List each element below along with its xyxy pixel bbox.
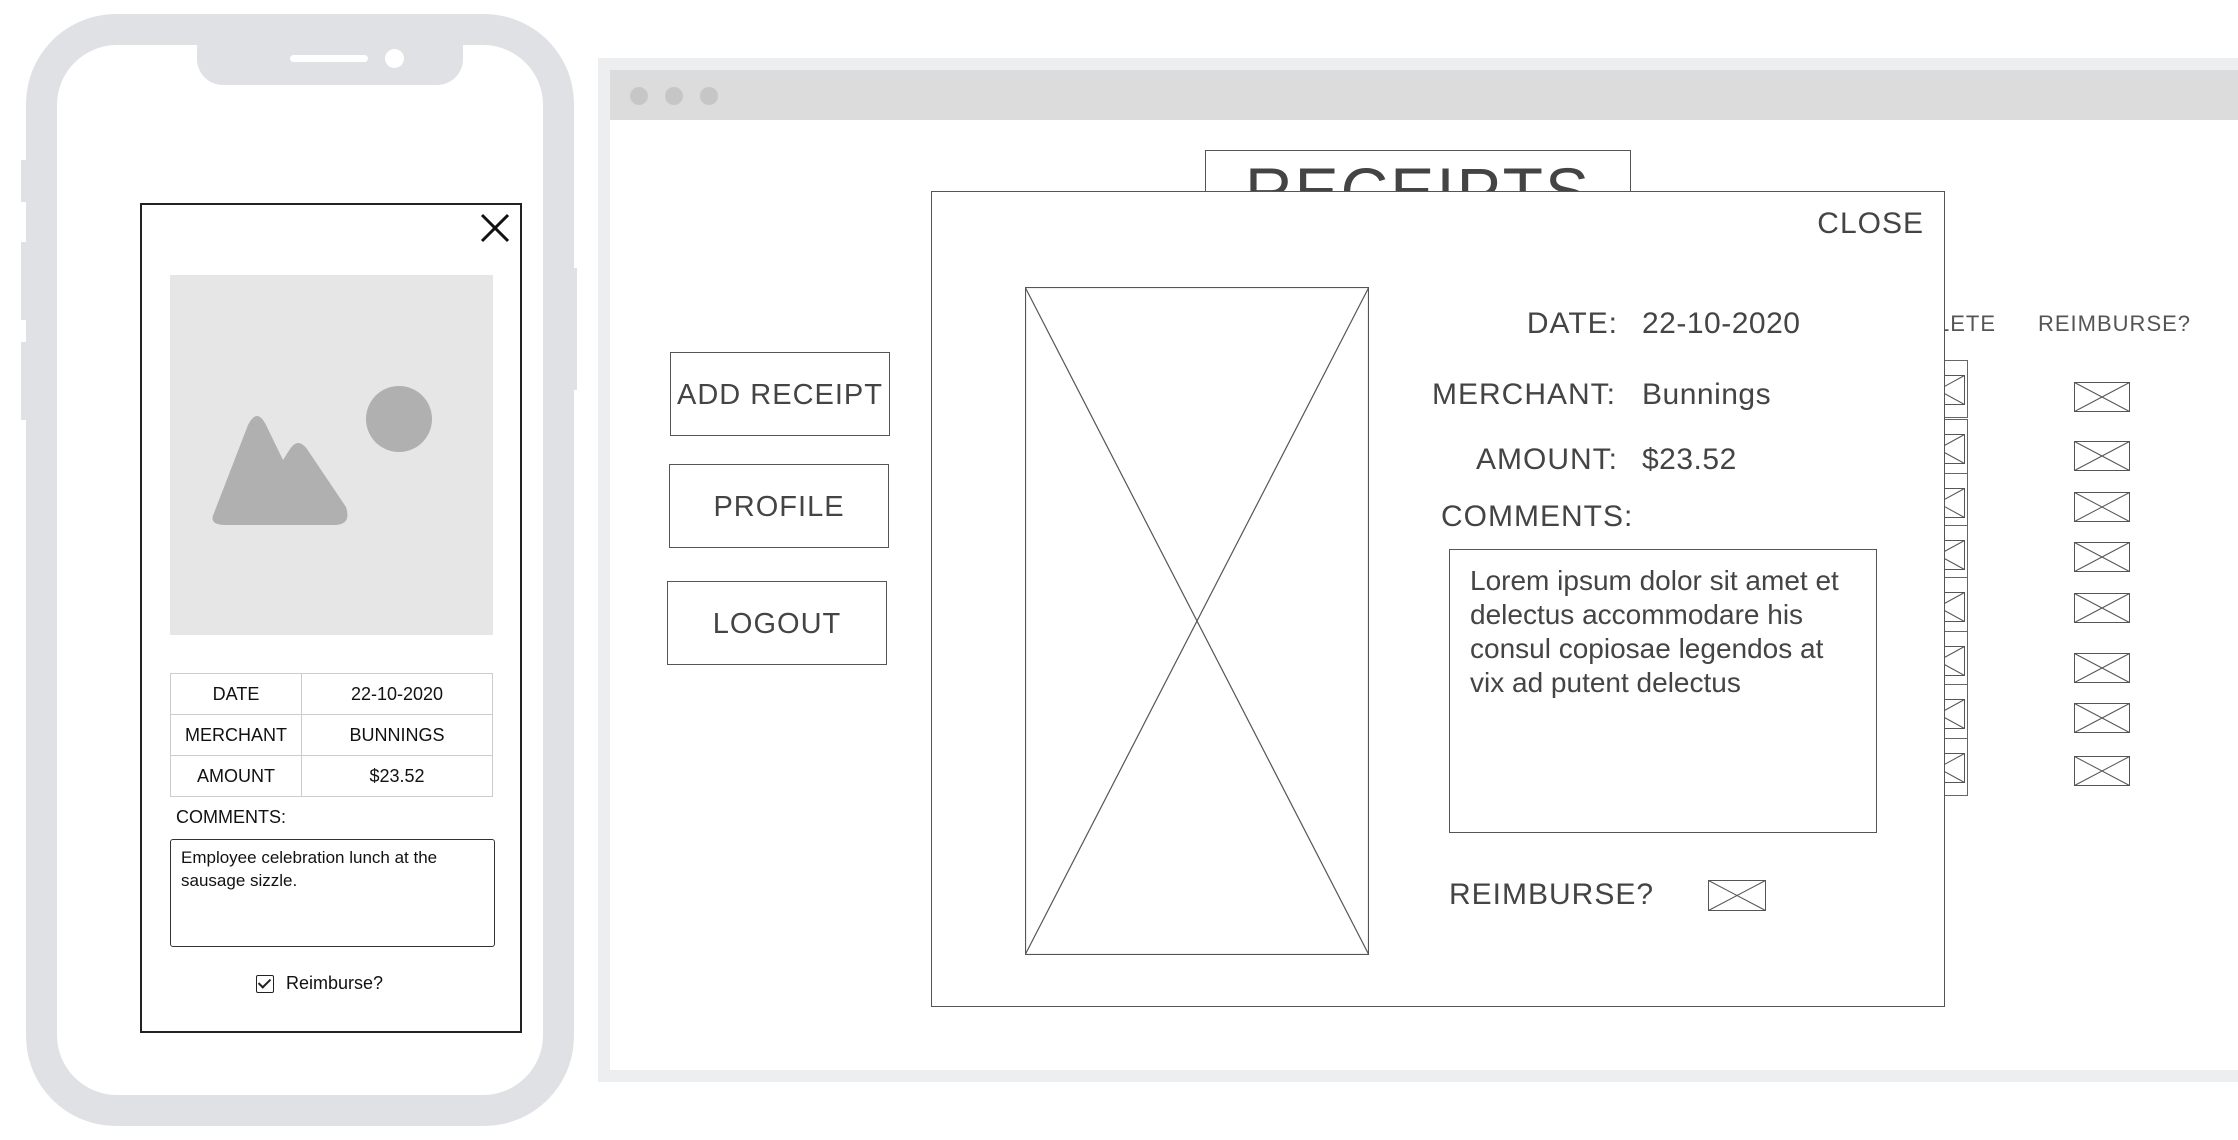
detail-label: DATE — [170, 673, 302, 715]
receipt-details-table: DATE 22-10-2020 MERCHANT BUNNINGS AMOUNT… — [170, 673, 493, 797]
phone-mute-button — [21, 160, 27, 202]
image-placeholder-x-icon — [1025, 287, 1369, 955]
logout-button[interactable]: LOGOUT — [667, 581, 887, 665]
comments-label: COMMENTS: — [1441, 500, 1634, 533]
reimburse-row: Reimburse? — [256, 973, 383, 994]
delete-column-header: LETE — [1937, 311, 1997, 336]
phone-screen: DATE 22-10-2020 MERCHANT BUNNINGS AMOUNT… — [57, 45, 543, 1095]
phone-camera — [385, 49, 404, 68]
profile-button[interactable]: PROFILE — [669, 464, 889, 548]
detail-value: $23.52 — [301, 755, 493, 797]
phone-mockup: DATE 22-10-2020 MERCHANT BUNNINGS AMOUNT… — [21, 14, 577, 1126]
window-minimize-dot[interactable] — [665, 87, 683, 105]
reimburse-checkbox-icon[interactable] — [2074, 593, 2130, 628]
amount-value: $23.52 — [1642, 443, 1737, 476]
date-value: 22-10-2020 — [1642, 307, 1801, 340]
comments-textarea[interactable]: Employee celebration lunch at the sausag… — [170, 839, 495, 947]
reimburse-checkbox-icon[interactable] — [2074, 492, 2130, 527]
receipt-detail-card: DATE 22-10-2020 MERCHANT BUNNINGS AMOUNT… — [140, 203, 522, 1033]
reimburse-checkbox-icon[interactable] — [2074, 441, 2130, 476]
window-maximize-dot[interactable] — [700, 87, 718, 105]
reimburse-checkbox-icon[interactable] — [2074, 703, 2130, 738]
phone-speaker — [290, 55, 368, 62]
reimburse-checkbox-icon[interactable] — [1708, 880, 1766, 911]
phone-volume-down-button — [21, 342, 27, 420]
reimburse-checkbox[interactable] — [256, 974, 274, 993]
window-close-dot[interactable] — [630, 87, 648, 105]
reimburse-checkbox-icon[interactable] — [2074, 756, 2130, 791]
merchant-label: MERCHANT: — [1431, 378, 1616, 411]
table-row: DATE 22-10-2020 — [170, 673, 493, 715]
detail-label: MERCHANT — [170, 714, 302, 756]
detail-value: 22-10-2020 — [301, 673, 493, 715]
browser-titlebar — [610, 70, 2238, 120]
image-placeholder-icon — [170, 275, 493, 635]
phone-volume-up-button — [21, 242, 27, 320]
close-button[interactable]: CLOSE — [1817, 207, 1924, 241]
date-label: DATE: — [1526, 307, 1618, 340]
table-row: AMOUNT $23.52 — [170, 755, 493, 797]
reimburse-checkbox-icon[interactable] — [2074, 382, 2130, 417]
reimburse-checkbox-icon[interactable] — [2074, 653, 2130, 688]
detail-label: AMOUNT — [170, 755, 302, 797]
reimburse-checkbox-icon[interactable] — [2074, 542, 2130, 577]
phone-notch — [197, 45, 463, 85]
reimburse-label: Reimburse? — [286, 973, 384, 993]
merchant-value: Bunnings — [1642, 378, 1772, 411]
receipt-modal: CLOSE DATE: 22-10-2020 MERCHANT: Bunning… — [931, 191, 1945, 1007]
browser-window: RECEIPTS ADD RECEIPT PROFILE LOGOUT LETE… — [598, 58, 2238, 1082]
browser-content: RECEIPTS ADD RECEIPT PROFILE LOGOUT LETE… — [610, 120, 2238, 1070]
amount-label: AMOUNT: — [1476, 443, 1618, 476]
reimburse-column-header: REIMBURSE? — [2038, 311, 2192, 336]
comments-label: COMMENTS: — [176, 807, 286, 827]
phone-power-button — [571, 268, 577, 390]
comments-textarea[interactable]: Lorem ipsum dolor sit amet et delectus a… — [1449, 549, 1877, 833]
reimburse-label: REIMBURSE? — [1449, 878, 1655, 911]
table-row: MERCHANT BUNNINGS — [170, 714, 493, 756]
close-x-icon[interactable] — [476, 209, 514, 247]
add-receipt-button[interactable]: ADD RECEIPT — [670, 352, 890, 436]
detail-value: BUNNINGS — [301, 714, 493, 756]
